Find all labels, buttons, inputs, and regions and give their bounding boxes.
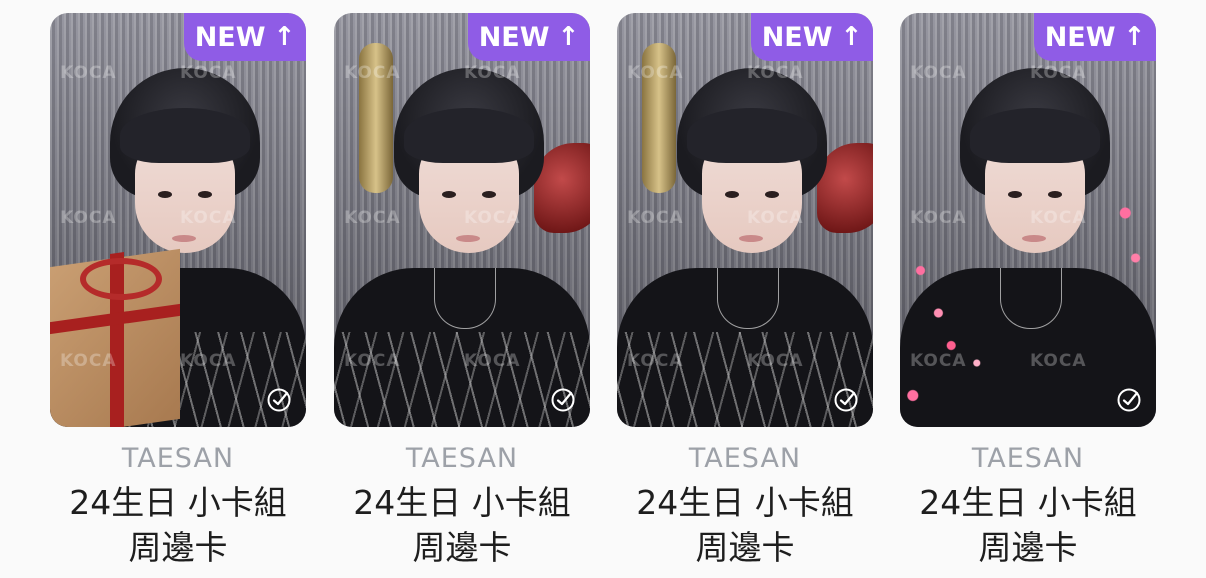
artist-name: TAESAN xyxy=(121,443,235,474)
photo-fringe xyxy=(687,108,817,163)
photo-eye xyxy=(765,191,779,198)
photocard-grid: KOCA KOCA KOCA KOCA KOCA KOCA NEW ↑ TAES… xyxy=(0,0,1206,578)
photo-lips xyxy=(456,235,480,242)
arrow-up-icon: ↑ xyxy=(1123,22,1146,52)
photo-lips xyxy=(172,235,196,242)
watermark: KOCA xyxy=(60,63,117,83)
photo-necklace xyxy=(717,268,779,329)
artist-name: TAESAN xyxy=(971,443,1085,474)
photo-fringe xyxy=(404,108,534,163)
card-category: 周邊卡 xyxy=(695,528,795,567)
new-badge: NEW ↑ xyxy=(184,13,306,61)
photocard-image[interactable]: KOCA KOCA KOCA KOCA KOCA KOCA NEW ↑ xyxy=(617,13,873,427)
card-title[interactable]: 24生日 小卡組 xyxy=(334,480,590,525)
check-circle-icon[interactable] xyxy=(266,387,292,413)
photo-eye xyxy=(158,191,172,198)
photo-balloon xyxy=(642,43,676,193)
arrow-up-icon: ↑ xyxy=(273,22,296,52)
photo-fringe xyxy=(120,108,250,163)
check-circle-icon[interactable] xyxy=(1116,387,1142,413)
new-badge-label: NEW xyxy=(478,21,550,53)
photocard-image[interactable]: KOCA KOCA KOCA KOCA KOCA KOCA NEW ↑ xyxy=(900,13,1156,427)
photo-eye xyxy=(442,191,456,198)
photo-bow xyxy=(80,258,162,300)
photo-eye xyxy=(482,191,496,198)
new-badge-label: NEW xyxy=(761,21,833,53)
photocard-item[interactable]: KOCA KOCA KOCA KOCA KOCA KOCA NEW ↑ TAES… xyxy=(334,13,590,578)
check-circle-icon[interactable] xyxy=(833,387,859,413)
new-badge-label: NEW xyxy=(1044,21,1116,53)
artist-name: TAESAN xyxy=(405,443,519,474)
new-badge: NEW ↑ xyxy=(1034,13,1156,61)
card-title[interactable]: 24生日 小卡組 xyxy=(900,480,1156,525)
photo-necklace xyxy=(434,268,496,329)
card-category: 周邊卡 xyxy=(128,528,228,567)
new-badge-label: NEW xyxy=(194,21,266,53)
photocard-item[interactable]: KOCA KOCA KOCA KOCA KOCA KOCA NEW ↑ TAES… xyxy=(900,13,1156,578)
photo-lips xyxy=(739,235,763,242)
arrow-up-icon: ↑ xyxy=(557,22,580,52)
photo-fringe xyxy=(970,108,1100,163)
watermark: KOCA xyxy=(910,63,967,83)
new-badge: NEW ↑ xyxy=(751,13,873,61)
card-title[interactable]: 24生日 小卡組 xyxy=(617,480,873,525)
check-circle-icon[interactable] xyxy=(550,387,576,413)
new-badge: NEW ↑ xyxy=(468,13,590,61)
arrow-up-icon: ↑ xyxy=(840,22,863,52)
card-category: 周邊卡 xyxy=(412,528,512,567)
photo-eye xyxy=(725,191,739,198)
card-category: 周邊卡 xyxy=(978,528,1078,567)
photocard-image[interactable]: KOCA KOCA KOCA KOCA KOCA KOCA NEW ↑ xyxy=(334,13,590,427)
watermark: KOCA xyxy=(344,208,401,228)
watermark: KOCA xyxy=(627,208,684,228)
photocard-item[interactable]: KOCA KOCA KOCA KOCA KOCA KOCA NEW ↑ TAES… xyxy=(50,13,306,578)
watermark: KOCA xyxy=(60,208,117,228)
photocard-image[interactable]: KOCA KOCA KOCA KOCA KOCA KOCA NEW ↑ xyxy=(50,13,306,427)
photo-balloon xyxy=(359,43,393,193)
photocard-item[interactable]: KOCA KOCA KOCA KOCA KOCA KOCA NEW ↑ TAES… xyxy=(617,13,873,578)
card-title[interactable]: 24生日 小卡組 xyxy=(50,480,306,525)
photo-eye xyxy=(198,191,212,198)
artist-name: TAESAN xyxy=(688,443,802,474)
